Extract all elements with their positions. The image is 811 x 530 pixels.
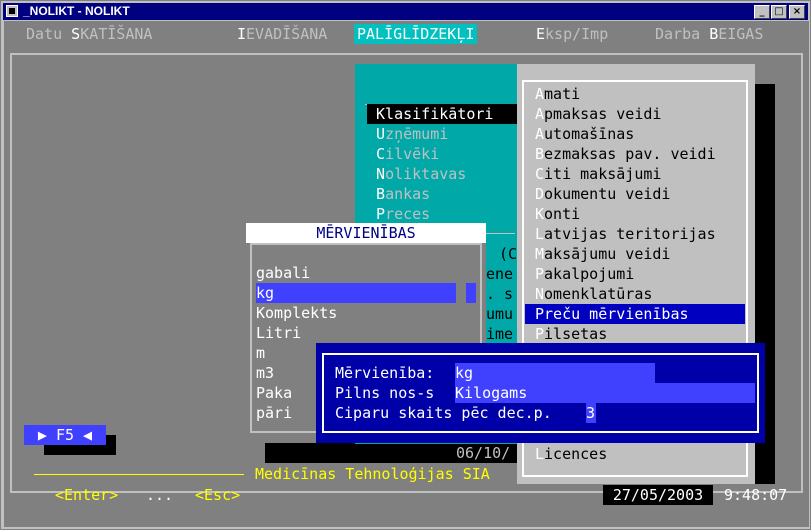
- bg-fragment-2: ene: [486, 265, 514, 283]
- menu-datu-skatisana[interactable]: Datu SKATĪŠANA: [23, 24, 155, 44]
- unit-list-scroll-indicator[interactable]: [466, 283, 476, 303]
- unit-item-kg[interactable]: kg: [256, 283, 456, 303]
- menu-eksp-imp[interactable]: Eksp/Imp: [533, 24, 611, 44]
- minimize-button[interactable]: _: [754, 5, 770, 19]
- menu-item-bankas[interactable]: Bankas: [367, 184, 430, 204]
- submenu-item-nomenklaturas[interactable]: Nomenklatūras: [535, 284, 652, 304]
- app-icon[interactable]: [6, 5, 18, 17]
- submenu-item-maksajumu-veidi[interactable]: Maksājumu veidi: [535, 244, 670, 264]
- menu-item-klasifikatori[interactable]: Klasifikātori: [367, 104, 517, 124]
- submenu-item-licences[interactable]: Licences: [535, 444, 607, 464]
- menu-paligledzekli[interactable]: PALĪGLĪDZEKĻI: [354, 24, 478, 44]
- submenu-item-precu-mervienibas[interactable]: Preču mērvienības: [525, 304, 745, 324]
- unit-item-litri[interactable]: Litri: [256, 323, 301, 343]
- window-title: _NOLIKT - NOLIKT: [23, 4, 130, 18]
- fullname-label: Pilns nos-s: [335, 384, 435, 402]
- submenu-item-automasinas[interactable]: Automašīnas: [535, 124, 634, 144]
- current-time: 9:48:07: [724, 486, 788, 504]
- unit-label: Mērvienība:: [335, 364, 435, 382]
- submenu-item-konti[interactable]: Konti: [535, 204, 580, 224]
- menu-ievadisana[interactable]: IEVADĪŠANA: [234, 24, 330, 44]
- current-date: 27/05/2003: [603, 485, 713, 505]
- menu-item-cilveki[interactable]: Cilvēki: [367, 144, 439, 164]
- f5-button[interactable]: ▶ F5 ◀: [24, 425, 106, 445]
- unit-edit-dialog: Mērvienība: kg Pilns nos-s Kilogams Cipa…: [316, 343, 765, 443]
- unit-item-paka[interactable]: Paka: [256, 383, 292, 403]
- bg-fragment-4: umu: [486, 305, 514, 323]
- unit-item-komplekts[interactable]: Komplekts: [256, 303, 337, 323]
- bg-fragment-3: . s: [486, 285, 514, 303]
- menu-item-noliktavas[interactable]: Noliktavas: [367, 164, 466, 184]
- title-bar[interactable]: _NOLIKT - NOLIKT _ □ ×: [3, 3, 808, 20]
- decimals-label: Ciparu skaits pēc dec.p.: [335, 404, 552, 422]
- footer-line-left: [34, 474, 244, 475]
- submenu-item-citi-maksajumi[interactable]: Citi maksājumi: [535, 164, 661, 184]
- company-name: Medicīnas Tehnoloģijas SIA: [255, 465, 490, 483]
- unit-item-pari[interactable]: pāri: [256, 403, 292, 423]
- main-menu-bar: Datu SKATĪŠANA IEVADĪŠANA PALĪGLĪDZEKĻI …: [4, 21, 809, 46]
- esc-hint[interactable]: <Esc>: [195, 485, 240, 505]
- fullname-input[interactable]: Kilogams: [455, 383, 755, 403]
- unit-input[interactable]: kg: [455, 363, 655, 383]
- menu-darba-beigas[interactable]: Darba BEIGAS: [652, 24, 766, 44]
- decimals-input[interactable]: 3: [586, 403, 596, 423]
- unit-item-gabali[interactable]: gabali: [256, 263, 310, 283]
- submenu-item-latvijas-teritorijas[interactable]: Latvijas teritorijas: [535, 224, 716, 244]
- submenu-item-dokumentu-veidi[interactable]: Dokumentu veidi: [535, 184, 670, 204]
- enter-hint[interactable]: <Enter>: [55, 485, 118, 505]
- status-partial-date: 06/10/: [456, 444, 511, 462]
- units-list-title: MĒRVIENĪBAS: [246, 223, 486, 243]
- bg-fragment-1: (C: [499, 245, 518, 263]
- unit-item-m3[interactable]: m3: [256, 363, 274, 383]
- submenu-item-amati[interactable]: Amati: [535, 84, 580, 104]
- app-window: _NOLIKT - NOLIKT _ □ × Datu SKATĪŠANA IE…: [0, 0, 811, 530]
- submenu-item-apmaksas-veidi[interactable]: Apmaksas veidi: [535, 104, 661, 124]
- close-button[interactable]: ×: [789, 5, 805, 19]
- maximize-button[interactable]: □: [771, 5, 787, 19]
- submenu-item-bezmaksas[interactable]: Bezmaksas pav. veidi: [535, 144, 716, 164]
- menu-item-preces[interactable]: Preces: [367, 204, 430, 224]
- submenu-item-pilsetas[interactable]: Pilsetas: [535, 324, 607, 344]
- dots-hint: ...: [146, 486, 174, 504]
- submenu-item-pakalpojumi[interactable]: Pakalpojumi: [535, 264, 634, 284]
- menu-item-uznemumi[interactable]: Uzņēmumi: [367, 124, 448, 144]
- unit-item-m[interactable]: m: [256, 343, 265, 363]
- console-screen: Datu SKATĪŠANA IEVADĪŠANA PALĪGLĪDZEKĻI …: [4, 21, 809, 527]
- bg-fragment-5: ime: [486, 325, 514, 343]
